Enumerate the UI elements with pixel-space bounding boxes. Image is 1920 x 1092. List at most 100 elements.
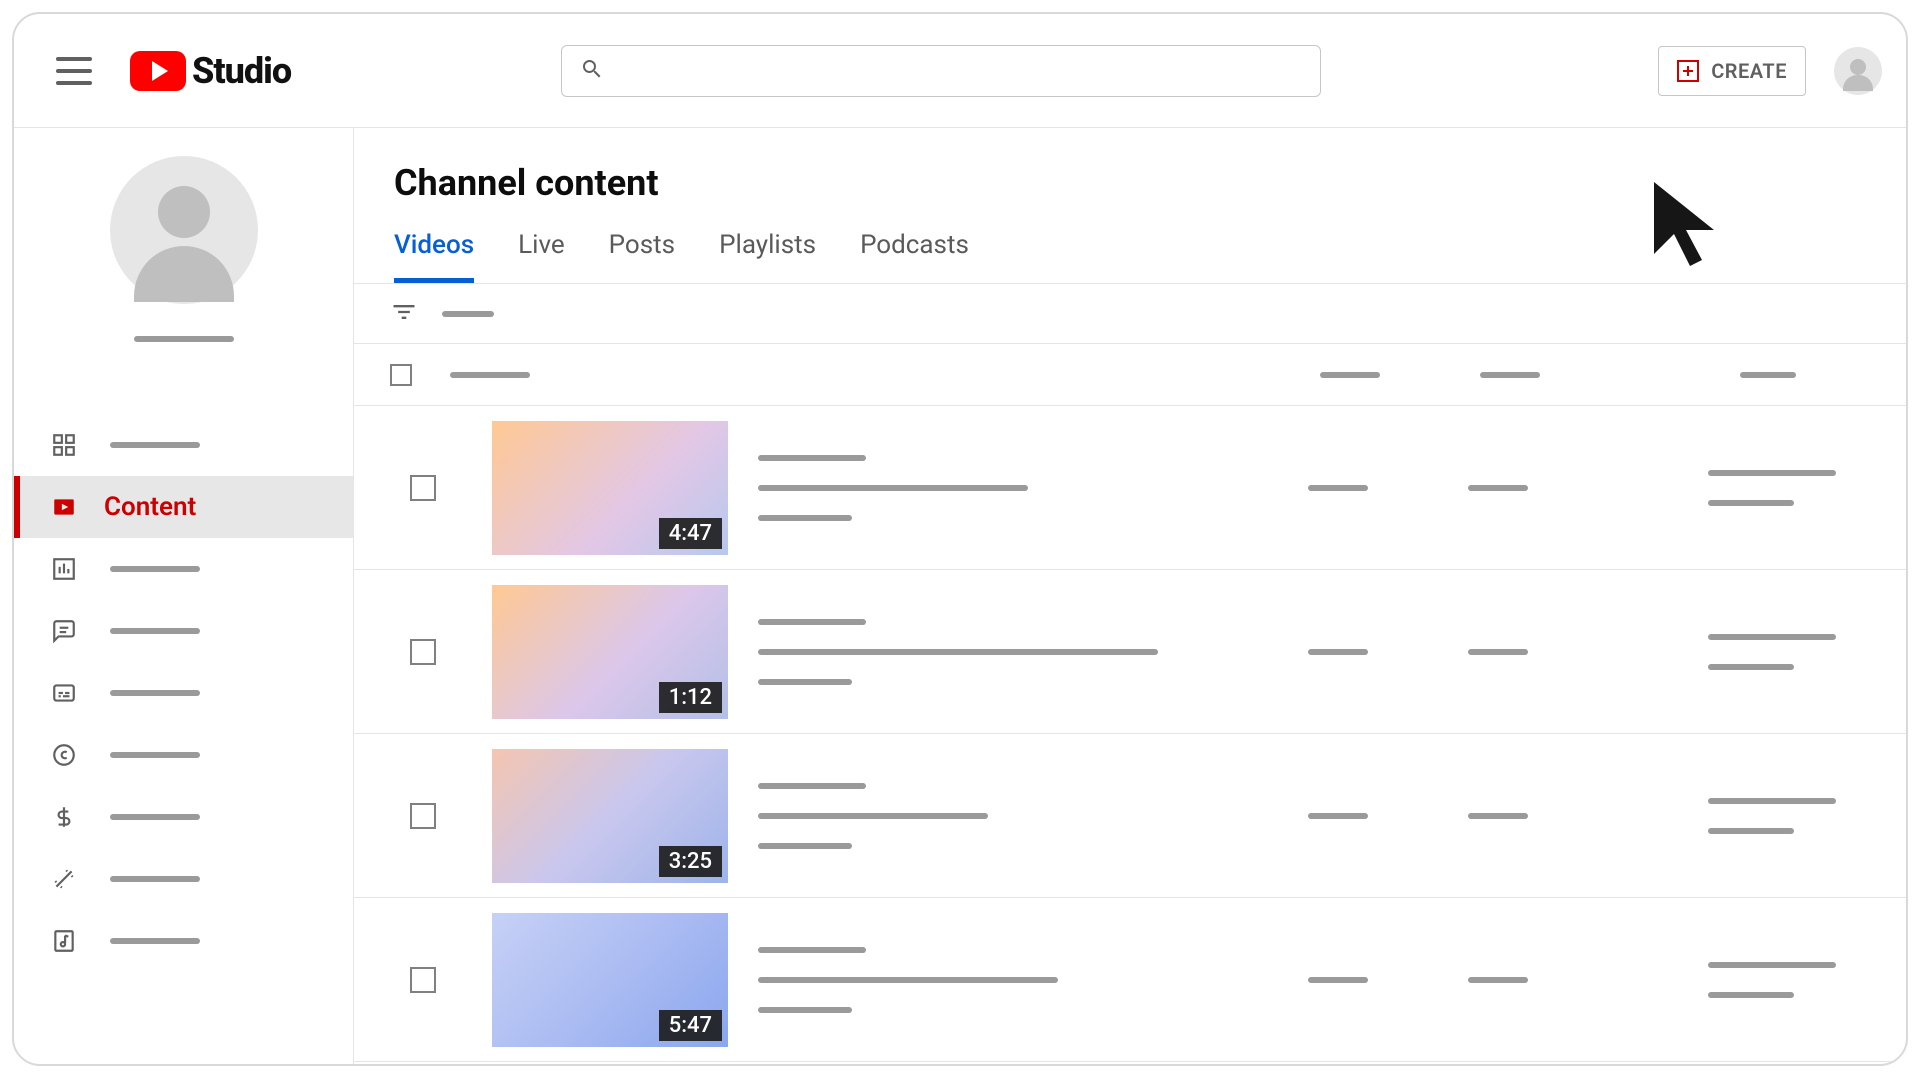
video-desc-placeholder (758, 649, 1158, 655)
video-duration: 1:12 (659, 682, 722, 713)
video-row[interactable]: 5:47 (354, 898, 1906, 1062)
sidebar-item-copyright[interactable] (14, 724, 353, 786)
row-checkbox[interactable] (410, 803, 436, 829)
tab-podcasts[interactable]: Podcasts (860, 230, 969, 283)
cell-visibility (1308, 977, 1368, 983)
sidebar-item-subtitles[interactable] (14, 662, 353, 724)
video-title-placeholder (758, 947, 866, 953)
video-duration: 5:47 (659, 1010, 722, 1041)
create-button-label: CREATE (1711, 59, 1787, 83)
sidebar-item-dashboard[interactable] (14, 414, 353, 476)
video-meta (758, 947, 1058, 1013)
audio-icon (50, 927, 78, 955)
tab-live[interactable]: Live (518, 230, 565, 283)
video-info-placeholder (758, 1007, 852, 1013)
filter-placeholder[interactable] (442, 311, 494, 317)
sidebar-item-audio[interactable] (14, 910, 353, 972)
sidebar-item-label (110, 938, 200, 944)
video-title-placeholder (758, 619, 866, 625)
header: Studio CREATE (14, 14, 1906, 128)
video-thumbnail[interactable]: 5:47 (492, 913, 728, 1047)
cell-date (1708, 470, 1836, 506)
video-duration: 3:25 (659, 846, 722, 877)
main-content: Channel content Videos Live Posts Playli… (354, 128, 1906, 1064)
sidebar-item-label (110, 752, 200, 758)
logo-text: Studio (192, 50, 291, 92)
sidebar-item-content[interactable]: Content (14, 476, 353, 538)
row-checkbox[interactable] (410, 639, 436, 665)
cell-date (1708, 962, 1836, 998)
channel-name-placeholder (134, 336, 234, 342)
sidebar-item-label (110, 442, 200, 448)
cell-visibility (1308, 813, 1368, 819)
video-row[interactable]: 1:12 (354, 570, 1906, 734)
video-meta (758, 783, 988, 849)
filter-icon[interactable] (390, 298, 418, 330)
column-4 (1740, 372, 1796, 378)
cell-restrictions (1468, 813, 1528, 819)
row-checkbox[interactable] (410, 967, 436, 993)
cell-visibility (1308, 485, 1368, 491)
tab-playlists[interactable]: Playlists (719, 230, 816, 283)
create-plus-icon (1677, 60, 1699, 82)
sidebar-item-customize[interactable] (14, 848, 353, 910)
cell-restrictions (1468, 977, 1528, 983)
sidebar-item-comments[interactable] (14, 600, 353, 662)
sidebar-item-earn[interactable] (14, 786, 353, 848)
video-thumbnail[interactable]: 1:12 (492, 585, 728, 719)
tab-posts[interactable]: Posts (609, 230, 675, 283)
dashboard-icon (50, 431, 78, 459)
cell-date (1708, 634, 1836, 670)
sidebar-item-label: Content (104, 492, 196, 522)
search-box[interactable] (561, 45, 1321, 97)
youtube-play-icon (130, 51, 186, 91)
studio-logo[interactable]: Studio (130, 50, 291, 92)
sidebar-item-label (110, 814, 200, 820)
create-button[interactable]: CREATE (1658, 46, 1806, 96)
video-meta (758, 455, 1028, 521)
channel-avatar[interactable] (110, 156, 258, 304)
search-icon (580, 57, 604, 85)
dollar-icon (50, 803, 78, 831)
video-desc-placeholder (758, 977, 1058, 983)
video-title-placeholder (758, 455, 866, 461)
sidebar-item-label (110, 876, 200, 882)
column-3 (1480, 372, 1540, 378)
content-tabs: Videos Live Posts Playlists Podcasts (354, 204, 1906, 284)
column-2 (1320, 372, 1380, 378)
cell-date (1708, 798, 1836, 834)
user-avatar[interactable] (1834, 47, 1882, 95)
app-window: Studio CREATE (12, 12, 1908, 1066)
filter-bar (354, 284, 1906, 344)
table-header (354, 344, 1906, 406)
video-info-placeholder (758, 515, 852, 521)
row-checkbox[interactable] (410, 475, 436, 501)
comments-icon (50, 617, 78, 645)
search-input[interactable] (616, 59, 1302, 82)
video-title-placeholder (758, 783, 866, 789)
video-meta (758, 619, 1158, 685)
cell-visibility (1308, 649, 1368, 655)
video-info-placeholder (758, 679, 852, 685)
sidebar-item-label (110, 690, 200, 696)
tab-videos[interactable]: Videos (394, 230, 474, 283)
copyright-icon (50, 741, 78, 769)
sidebar-item-label (110, 628, 200, 634)
column-video (450, 372, 530, 378)
video-info-placeholder (758, 843, 852, 849)
wand-icon (50, 865, 78, 893)
video-row[interactable]: 4:47 (354, 406, 1906, 570)
video-thumbnail[interactable]: 4:47 (492, 421, 728, 555)
video-thumbnail[interactable]: 3:25 (492, 749, 728, 883)
video-row[interactable]: 3:25 (354, 734, 1906, 898)
video-duration: 4:47 (659, 518, 722, 549)
menu-icon[interactable] (56, 57, 92, 85)
select-all-checkbox[interactable] (390, 364, 412, 386)
video-desc-placeholder (758, 813, 988, 819)
subtitles-icon (50, 679, 78, 707)
analytics-icon (50, 555, 78, 583)
sidebar-item-analytics[interactable] (14, 538, 353, 600)
cell-restrictions (1468, 649, 1528, 655)
page-title: Channel content (354, 128, 1906, 204)
sidebar-nav: Content (14, 414, 353, 972)
